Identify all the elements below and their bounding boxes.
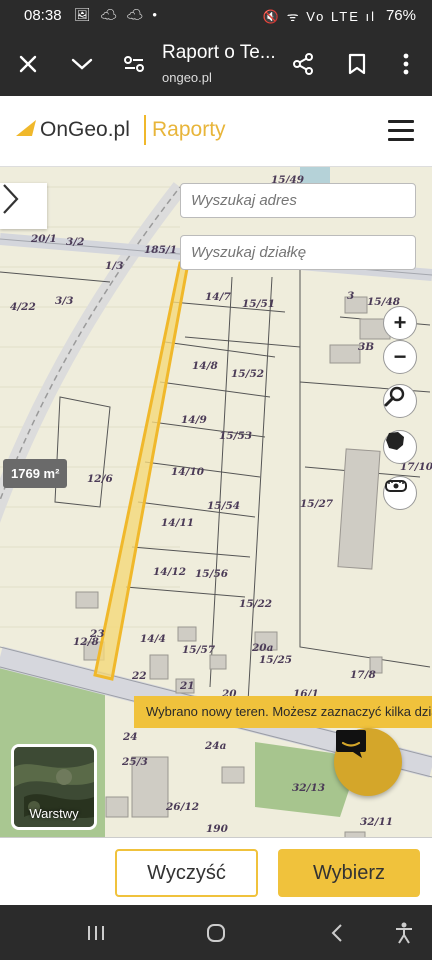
parcel-label: 14/4 xyxy=(140,633,166,645)
parcel-label: 24 xyxy=(122,731,138,743)
menu-icon[interactable] xyxy=(388,120,414,142)
ongeo-logo-icon xyxy=(16,120,36,136)
parcel-label: 15/53 xyxy=(219,430,252,442)
search-map-button[interactable] xyxy=(383,384,417,418)
layers-button[interactable]: Warstwy xyxy=(11,744,97,830)
parcel-label: 14/12 xyxy=(153,566,186,578)
tune-icon[interactable] xyxy=(118,46,150,82)
parcel-label: 12/6 xyxy=(87,473,113,485)
parcel-label: 3B xyxy=(358,341,374,353)
parcel-label: 20/1 xyxy=(30,233,57,245)
status-time: 08:38 xyxy=(24,7,62,24)
recent-apps-icon[interactable] xyxy=(81,921,111,945)
selection-toast: Wybrano nowy teren. Możesz zaznaczyć kil… xyxy=(134,696,432,728)
search-icon xyxy=(384,386,405,407)
clear-button[interactable]: Wyczyść xyxy=(115,849,258,897)
parcel-label: 17/8 xyxy=(350,669,376,681)
parcel-label: 20a xyxy=(251,642,274,654)
parcel-label: 15/51 xyxy=(242,298,275,310)
parcel-label: 23 xyxy=(89,628,105,640)
chat-button[interactable] xyxy=(334,728,402,796)
parcel-label: 3/2 xyxy=(66,236,84,248)
chevron-down-icon[interactable] xyxy=(66,46,98,82)
parcel-label: 26/12 xyxy=(165,801,199,813)
map-view[interactable]: 15/49 20/1 3/2 185/1 1/3 4/22 3/3 14/7 1… xyxy=(0,167,432,837)
parcel-label: 15/57 xyxy=(182,644,216,656)
status-bar: 08:38 🖼 ☁ ☁ • 🔇 ᯤ Vo LTE ıl 76% xyxy=(0,0,432,32)
page-url[interactable]: ongeo.pl xyxy=(162,70,212,85)
parcel-label: 15/56 xyxy=(195,568,229,580)
tape-measure-icon xyxy=(385,480,407,492)
parcel-label: 3/3 xyxy=(55,295,73,307)
back-icon[interactable] xyxy=(322,921,352,945)
logo-divider xyxy=(144,115,146,145)
signal-icons: 🔇 ᯤ Vo LTE ıl xyxy=(262,9,376,24)
page-title[interactable]: Raport o Te... xyxy=(162,42,276,64)
parcel-label: 25/3 xyxy=(121,756,148,768)
plus-icon: + xyxy=(393,310,407,335)
parcel-label: 32/13 xyxy=(292,782,325,794)
bookmark-icon[interactable] xyxy=(341,46,373,82)
accessibility-icon[interactable] xyxy=(389,921,419,945)
draw-polygon-button[interactable] xyxy=(383,430,417,464)
sidebar-toggle-button[interactable] xyxy=(0,183,47,229)
app-header: OnGeo.pl Raporty xyxy=(0,96,432,167)
more-vert-icon[interactable] xyxy=(390,46,422,82)
parcel-label: 24a xyxy=(204,740,227,752)
zoom-in-button[interactable]: + xyxy=(383,306,417,340)
polygon-icon xyxy=(386,432,404,450)
search-address-input[interactable] xyxy=(180,183,416,218)
logo-name[interactable]: OnGeo.pl xyxy=(40,118,130,142)
parcel-label: 14/11 xyxy=(161,517,194,529)
parcel-label: 15/54 xyxy=(207,500,240,512)
parcel-label: 14/7 xyxy=(205,291,231,303)
parcel-label: 15/25 xyxy=(259,654,292,666)
layers-label: Warstwy xyxy=(29,806,79,821)
share-icon[interactable] xyxy=(287,46,319,82)
logo-section[interactable]: Raporty xyxy=(152,118,226,142)
action-footer: Wyczyść Wybierz xyxy=(0,837,432,905)
parcel-label: 190 xyxy=(206,823,229,835)
parcel-label: 15/22 xyxy=(239,598,272,610)
parcel-label: 3 xyxy=(347,290,354,302)
search-parcel-input[interactable] xyxy=(180,235,416,270)
browser-toolbar: Raport o Te... ongeo.pl xyxy=(0,32,432,96)
select-button[interactable]: Wybierz xyxy=(278,849,420,897)
parcel-label: 1/3 xyxy=(105,260,123,272)
parcel-label: 14/10 xyxy=(171,466,205,478)
measure-button[interactable] xyxy=(383,476,417,510)
area-badge: 1769 m² xyxy=(3,459,68,488)
system-navigation-bar xyxy=(0,905,432,960)
battery-level: 76% xyxy=(385,7,416,24)
parcel-label: 14/8 xyxy=(192,360,218,372)
parcel-label: 185/1 xyxy=(144,244,177,256)
chevron-right-icon xyxy=(3,184,19,214)
home-icon[interactable] xyxy=(201,921,231,945)
chat-bubble-icon xyxy=(336,730,366,758)
minus-icon: − xyxy=(393,344,407,369)
parcel-label: 32/11 xyxy=(360,816,393,828)
close-icon[interactable] xyxy=(12,46,44,82)
notification-icons: 🖼 ☁ ☁ • xyxy=(74,7,160,22)
parcel-label: 4/22 xyxy=(10,301,36,313)
parcel-label: 14/9 xyxy=(181,414,207,426)
parcel-label: 21 xyxy=(179,680,195,692)
parcel-label: 15/27 xyxy=(300,498,334,510)
parcel-label: 15/52 xyxy=(231,368,264,380)
parcel-label: 22 xyxy=(131,670,147,682)
zoom-out-button[interactable]: − xyxy=(383,340,417,374)
